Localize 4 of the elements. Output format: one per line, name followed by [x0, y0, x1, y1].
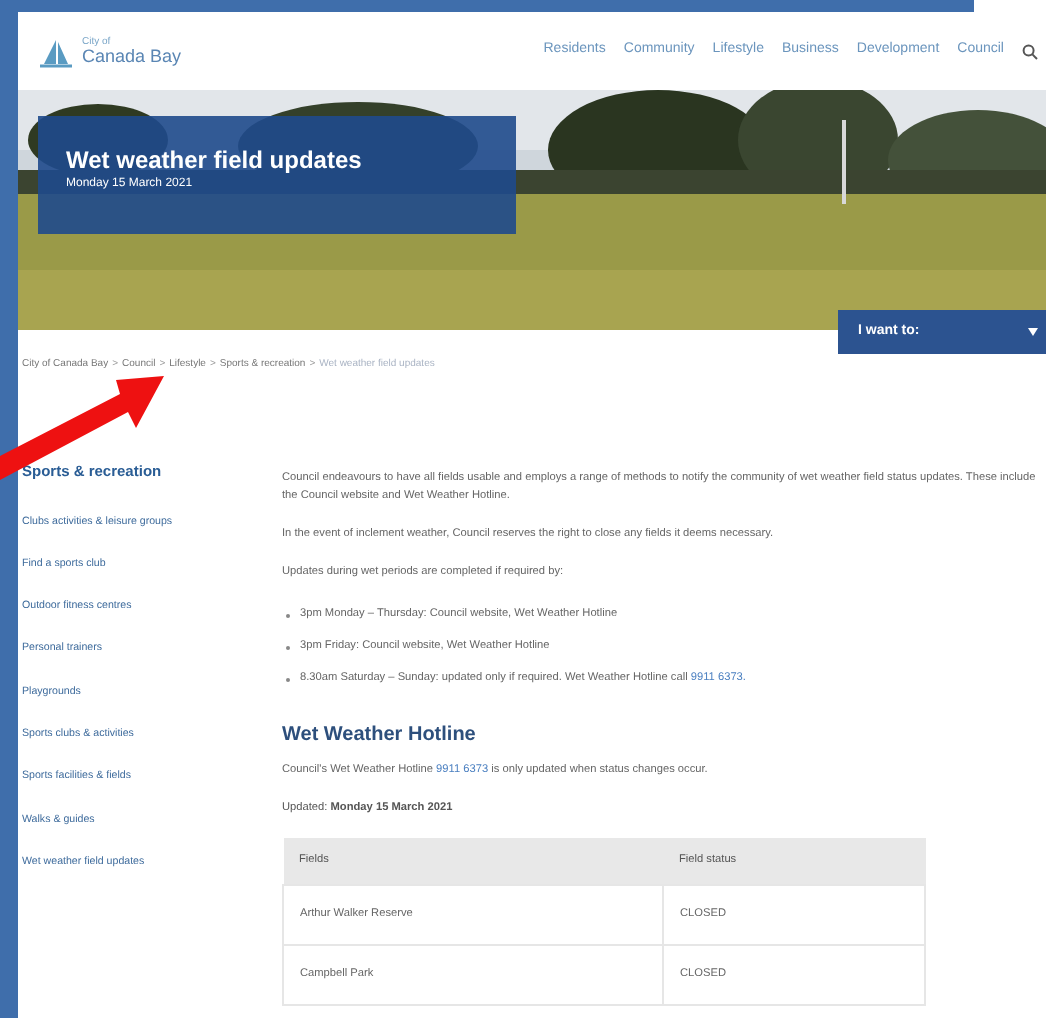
search-icon[interactable]	[1022, 43, 1038, 59]
page-title: Wet weather field updates	[66, 148, 364, 172]
section-heading: Wet Weather Hotline	[282, 726, 478, 746]
logo-text: Canada Bay	[82, 47, 182, 65]
